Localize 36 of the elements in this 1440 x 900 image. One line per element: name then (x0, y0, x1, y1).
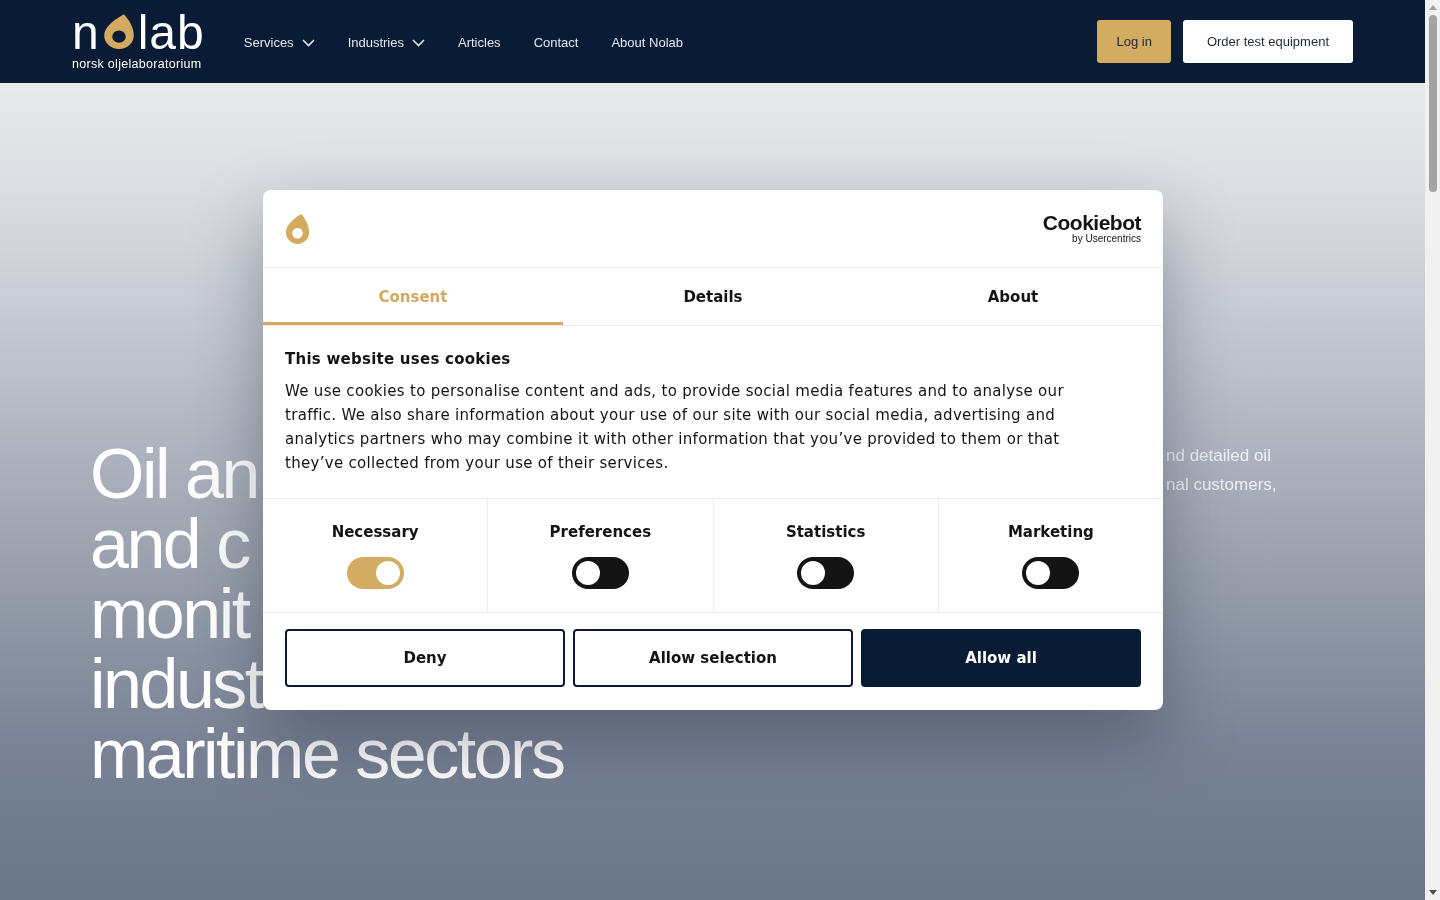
drop-icon (285, 213, 310, 244)
hero-heading: Oil an (90, 439, 258, 509)
category-label: Necessary (331, 523, 419, 541)
category-label: Marketing (1007, 523, 1094, 541)
scroll-down-icon[interactable] (1428, 890, 1437, 895)
consent-button[interactable]: Allow selection (573, 629, 853, 687)
login-button[interactable]: Log in (1097, 20, 1171, 63)
nav-link[interactable]: About Nolab (611, 35, 683, 50)
category-label: Preferences (549, 523, 652, 541)
nav-link[interactable]: Industries (347, 35, 425, 50)
dialog-text: We use cookies to personalise content and ads, to provide social media features and to analyse our traffic. We also share information about your use of our site with our social media, advertising and analytics partners who may combine it with other information that you’ve provided to them or that they’ve collected from your use of their services. (285, 381, 1065, 474)
category-label: Statistics (785, 523, 866, 541)
logo-tagline: norsk oljelaboratorium (72, 56, 203, 71)
consent-button[interactable]: Deny (285, 629, 565, 687)
hero-heading: maritime sectors (90, 719, 564, 789)
hero-heading: monit (90, 579, 249, 649)
nav-link[interactable]: Articles (458, 35, 501, 50)
nav-link[interactable]: Services (243, 35, 315, 50)
toggle-switch[interactable] (797, 557, 855, 589)
hero-heading: indust (90, 649, 262, 719)
toggle-switch[interactable] (1022, 557, 1080, 589)
dialog-heading: This website uses cookies (285, 350, 512, 368)
toggle-switch[interactable] (346, 557, 404, 589)
order-button[interactable]: Order test equipment (1182, 20, 1353, 63)
logo-text: lab (137, 14, 205, 51)
logo-text: n (72, 14, 100, 51)
hero-intro-text: nd detailed oil (1166, 445, 1271, 467)
toggle-switch[interactable] (571, 557, 629, 589)
brand-byline: by Usercentrics (1072, 233, 1141, 244)
drop-icon (102, 12, 135, 49)
nav-link[interactable]: Contact (533, 35, 579, 50)
hero-heading: and c (90, 509, 249, 579)
hero-intro-text: nal customers, (1166, 474, 1277, 496)
consent-button[interactable]: Allow all (861, 629, 1141, 687)
brand-name: Cookiebot (1042, 213, 1141, 233)
scroll-thumb[interactable] (1428, 15, 1437, 192)
